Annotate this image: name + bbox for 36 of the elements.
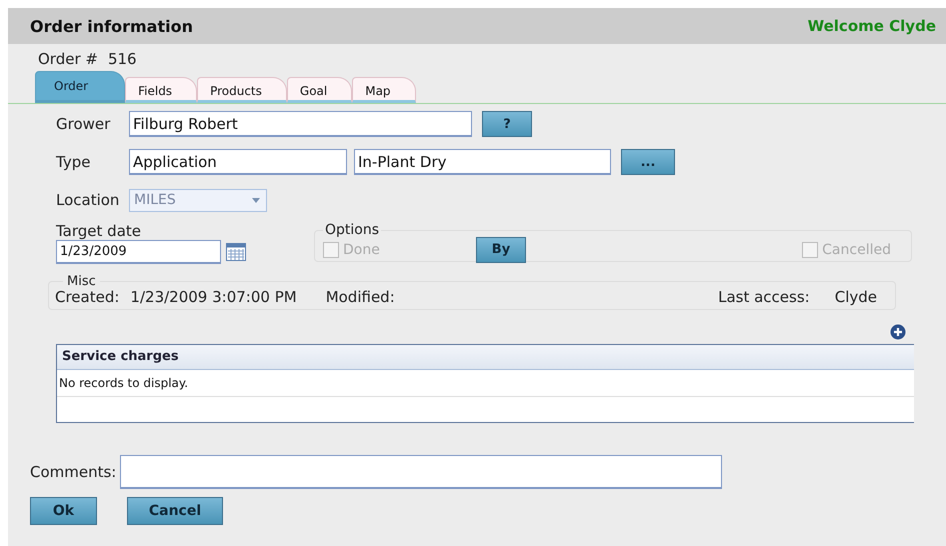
misc-legend: Misc [63, 274, 100, 289]
add-icon[interactable] [890, 324, 906, 340]
grower-field[interactable]: Filburg Robert [129, 111, 472, 137]
location-label: Location [55, 191, 120, 209]
caret-icon [252, 198, 260, 202]
options-legend: Options [323, 222, 382, 238]
created-value: 1/23/2009 3:07:00 PM [130, 288, 297, 306]
grid-header: Service charges [57, 345, 914, 370]
subtype-field[interactable]: In-Plant Dry [354, 149, 611, 175]
ok-button[interactable]: Ok [30, 497, 97, 525]
welcome-text: Welcome Clyde [808, 17, 936, 35]
last-access-value: Clyde [834, 288, 877, 306]
tab[interactable]: Goal [286, 77, 352, 103]
grower-label: Grower [55, 115, 112, 133]
last-access-label: Last access: [718, 288, 810, 306]
by-button[interactable]: By [476, 236, 526, 262]
target-date-label: Target date [56, 222, 142, 240]
tab[interactable]: Fields [125, 77, 198, 103]
type-label: Type [55, 153, 92, 171]
target-date-field[interactable]: 1/23/2009 [56, 240, 221, 264]
tab[interactable]: Products [197, 77, 287, 103]
order-number-label: Order # [38, 50, 98, 70]
comments-field[interactable] [120, 455, 722, 489]
empty-message: No records to display. [57, 370, 914, 397]
comments-label: Comments: [30, 463, 116, 481]
cancel-button[interactable]: Cancel [127, 497, 223, 525]
lookup-button[interactable]: ? [482, 111, 532, 137]
calendar-icon[interactable] [226, 243, 246, 261]
created-label: Created: [55, 288, 120, 306]
browse-button[interactable]: ... [621, 149, 675, 175]
page-title: Order information [30, 16, 193, 36]
type-field[interactable]: Application [129, 149, 347, 175]
tab[interactable]: Order [35, 71, 126, 103]
tab[interactable]: Map [352, 77, 416, 103]
modified-label: Modified: [326, 288, 395, 306]
order-number: 516 [108, 50, 137, 70]
